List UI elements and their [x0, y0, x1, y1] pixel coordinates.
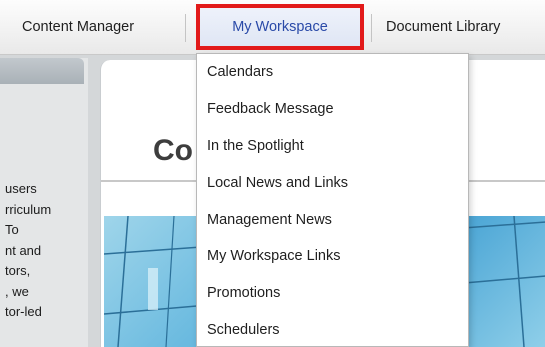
panel-divider — [88, 58, 98, 347]
nav-separator — [185, 14, 186, 42]
left-text-line: rriculum — [5, 201, 52, 217]
left-text-line: , we — [5, 283, 29, 299]
page-title: Co — [153, 134, 193, 167]
left-text-line: tor-led — [5, 304, 42, 319]
left-text-line: To — [5, 222, 19, 237]
left-text-line: tors, — [5, 263, 31, 278]
nav-separator — [371, 14, 372, 42]
left-text-line: users — [5, 181, 37, 196]
menu-item-in-the-spotlight[interactable]: In the Spotlight — [197, 128, 468, 165]
nav-document-library[interactable]: Document Library — [386, 0, 500, 54]
nav-my-workspace[interactable]: My Workspace — [196, 4, 364, 50]
left-panel-header — [0, 58, 84, 84]
menu-item-my-workspace-links[interactable]: My Workspace Links — [197, 238, 468, 275]
nav-content-manager[interactable]: Content Manager — [22, 0, 134, 54]
menu-item-management-news[interactable]: Management News — [197, 202, 468, 239]
left-text-line: nt and — [5, 242, 42, 258]
menu-item-calendars[interactable]: Calendars — [197, 54, 468, 91]
menu-item-local-news-and-links[interactable]: Local News and Links — [197, 165, 468, 202]
menu-item-feedback-message[interactable]: Feedback Message — [197, 91, 468, 128]
left-panel: users rriculum To nt and tors, , we tor-… — [0, 58, 88, 347]
menu-item-promotions[interactable]: Promotions — [197, 275, 468, 312]
my-workspace-dropdown-menu: Calendars Feedback Message In the Spotli… — [196, 53, 469, 347]
menu-item-schedulers[interactable]: Schedulers — [197, 312, 468, 346]
left-panel-text: users rriculum To nt and tors, , we tor-… — [5, 179, 85, 323]
